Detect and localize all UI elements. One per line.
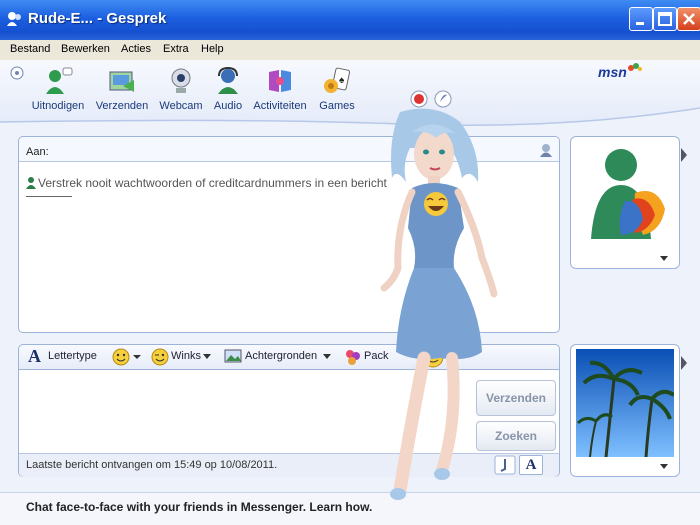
menu-bewerken[interactable]: Bewerken — [61, 43, 110, 55]
window-title: Rude-E... - Gesprek — [28, 10, 167, 27]
svg-text:♠: ♠ — [339, 75, 345, 86]
expand-arrow-icon[interactable] — [681, 148, 687, 162]
winks-icon — [151, 348, 169, 366]
messenger-window: Rude-E... - Gesprek Bestand Bewerken Act… — [0, 0, 700, 525]
theme-icon[interactable] — [434, 90, 452, 108]
contact-card-icon[interactable] — [538, 142, 554, 158]
backgrounds-icon — [224, 349, 242, 363]
send-file-button[interactable]: Verzenden — [92, 66, 152, 112]
close-icon — [683, 13, 695, 25]
menu-acties[interactable]: Acties — [121, 43, 151, 55]
winks-button[interactable]: Winks — [151, 348, 211, 371]
send-file-icon — [109, 71, 134, 92]
msn-butterfly-icon — [628, 63, 642, 71]
activities-button[interactable]: Activiteiten — [250, 66, 310, 112]
invite-icon — [46, 67, 73, 94]
menu-extra[interactable]: Extra — [163, 43, 189, 55]
maximize-icon — [658, 12, 672, 26]
font-button[interactable]: A Lettertype — [28, 346, 97, 367]
font-icon: A — [28, 346, 41, 366]
audio-button[interactable]: Audio — [198, 66, 258, 112]
close-button[interactable] — [677, 7, 700, 31]
title-bar[interactable]: Rude-E... - Gesprek — [0, 0, 700, 40]
webcam-promo-link[interactable]: Chat face-to-face with your friends in M… — [26, 500, 372, 514]
text-mode-icon: A — [525, 457, 537, 473]
chevron-down-icon[interactable] — [660, 464, 668, 470]
warning-person-icon — [26, 177, 36, 189]
webcam-icon — [171, 68, 191, 93]
backgrounds-button[interactable]: Achtergronden — [224, 348, 331, 369]
last-message-status: Laatste bericht ontvangen om 15:49 op 10… — [26, 459, 278, 471]
menu-bar: Bestand Bewerken Acties Extra Help — [0, 40, 700, 60]
emoticon-button[interactable] — [112, 348, 142, 371]
minimize-icon — [636, 22, 644, 25]
emoticon-icon — [112, 348, 141, 366]
messenger-icon — [7, 12, 21, 26]
text-mode-button[interactable]: A — [519, 455, 543, 475]
audio-icon — [218, 66, 238, 94]
maximize-button[interactable] — [653, 7, 677, 31]
games-button[interactable]: ♠ Games — [307, 66, 367, 112]
avatar-character — [380, 108, 498, 500]
activities-icon — [269, 70, 291, 92]
messenger-buddy-icon — [577, 143, 673, 247]
minimize-button[interactable] — [629, 7, 653, 31]
menu-help[interactable]: Help — [201, 43, 224, 55]
expand-arrow-icon[interactable] — [681, 356, 687, 370]
chevron-down-icon — [203, 354, 211, 359]
to-label: Aan: — [26, 146, 49, 158]
chevron-down-icon[interactable] — [660, 256, 668, 262]
chevron-down-icon — [323, 354, 331, 359]
menu-bestand[interactable]: Bestand — [10, 43, 50, 55]
block-contact-icon[interactable] — [410, 90, 428, 108]
toolbar-toggle-icon[interactable] — [10, 66, 24, 80]
msn-logo: msn — [598, 64, 627, 80]
invite-button[interactable]: Uitnodigen — [28, 66, 88, 112]
warning-divider — [26, 196, 72, 197]
games-icon: ♠ — [324, 67, 351, 93]
palm-tree-picture-icon — [576, 349, 674, 457]
